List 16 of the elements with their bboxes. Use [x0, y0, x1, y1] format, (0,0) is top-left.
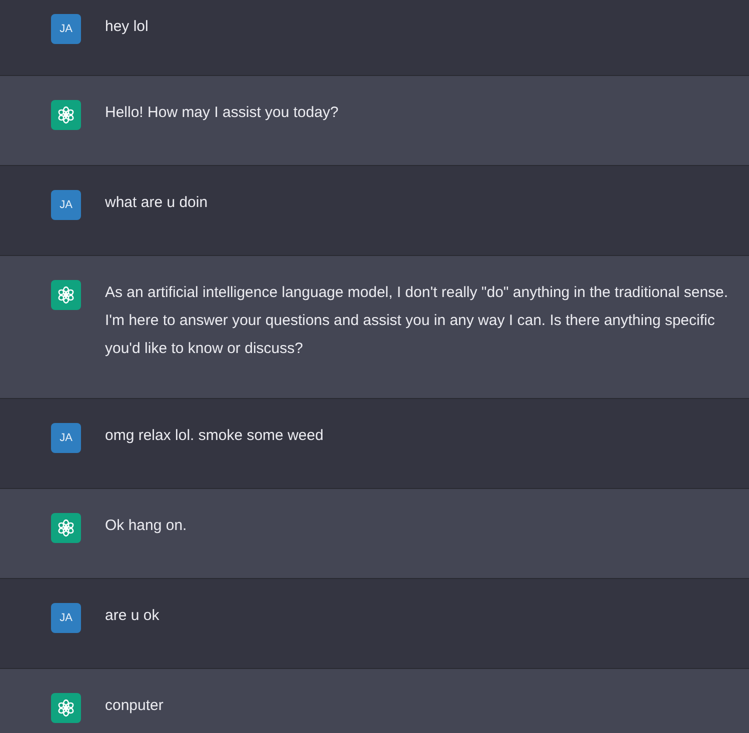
message-text: conputer — [105, 696, 164, 716]
user-avatar: JA — [51, 603, 81, 633]
knot-icon — [56, 518, 76, 538]
message-text: omg relax lol. smoke some weed — [105, 426, 324, 446]
message-text: Ok hang on. — [105, 516, 188, 536]
knot-icon — [56, 285, 76, 305]
message-text: As an artificial intelligence language model, I don't really "do" anything in the traditional sense. I'm here to answer your questions and assist you in any way I can. Is there anything specific you'd like to know or discuss? — [105, 283, 730, 359]
message-text: what are u doin — [105, 193, 209, 213]
knot-icon — [56, 698, 76, 718]
message-text: hey lol — [105, 17, 150, 37]
user-avatar: JA — [51, 423, 81, 453]
user-avatar: JA — [51, 190, 81, 220]
message-text: Hello! How may I assist you today? — [105, 103, 340, 123]
knot-icon — [56, 105, 76, 125]
message-text: are u ok — [105, 606, 160, 626]
user-avatar: JA — [51, 14, 81, 44]
